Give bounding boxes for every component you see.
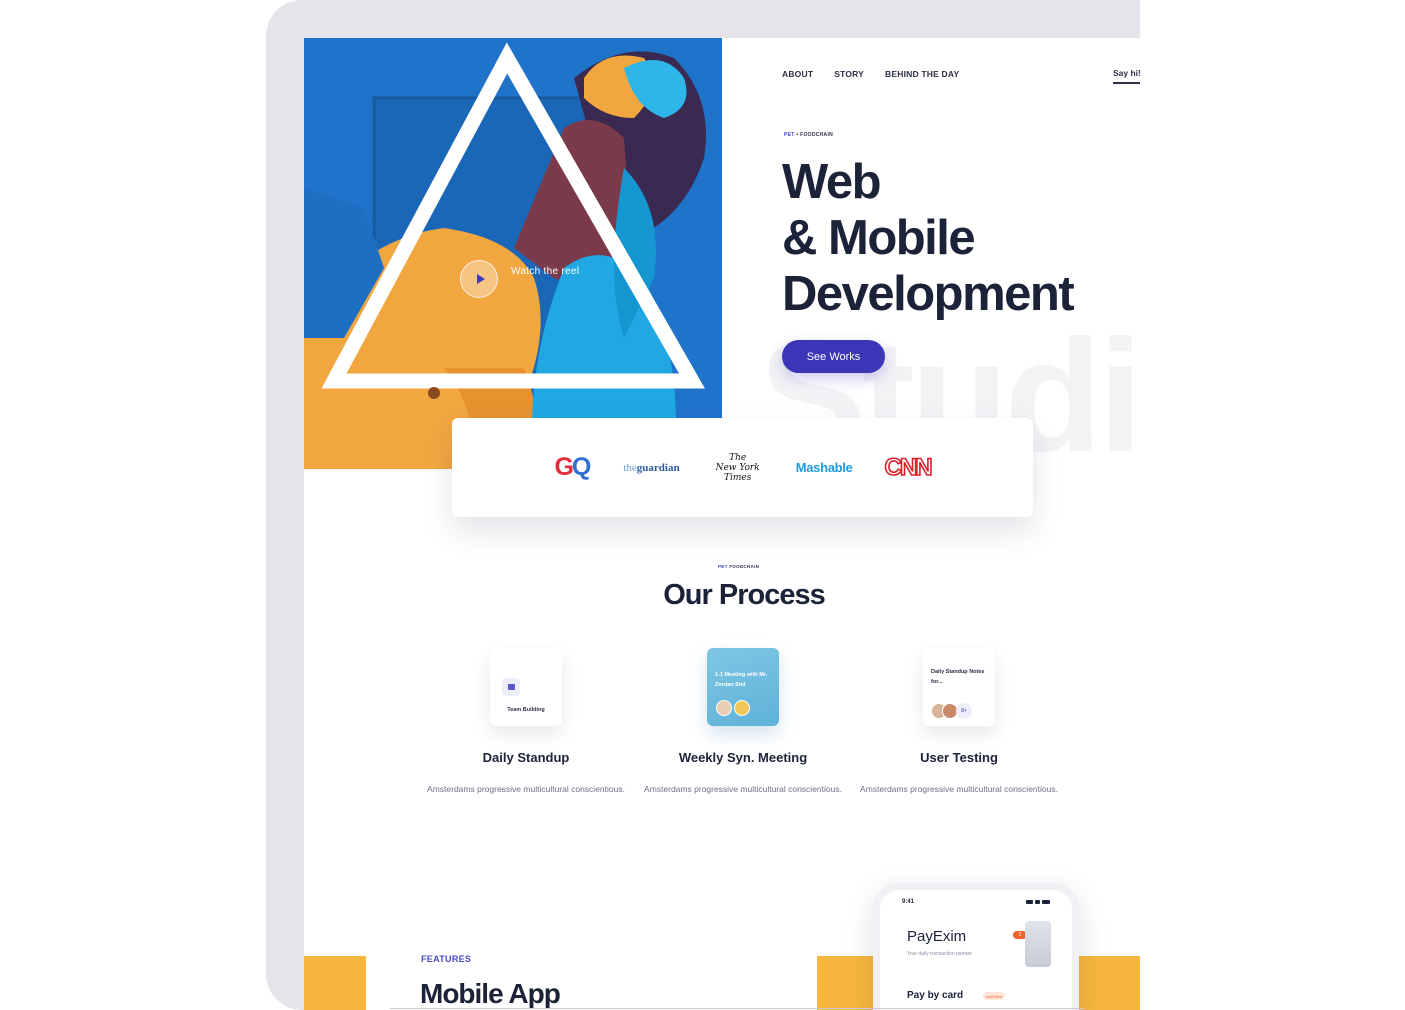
phone-app-name: PayExim — [907, 928, 967, 945]
process-card-caption: Team Building — [507, 707, 545, 713]
hero-title-line-2: & Mobile — [782, 211, 976, 265]
breadcrumb-separator: • — [796, 132, 799, 138]
process-crumb-pet: PET — [718, 564, 728, 569]
guardian-logo-word: guardian — [636, 461, 680, 474]
press-logos-card: GQ the guardian The New York Times Mashab… — [452, 418, 1033, 517]
hero-breadcrumb: PET • FOODCHAIN — [784, 132, 833, 138]
features-yellow-block-left — [304, 956, 366, 1010]
nyt-logo-line-3: Times — [723, 472, 752, 483]
gq-logo-q: Q — [571, 453, 592, 481]
see-works-button[interactable]: See Works — [782, 340, 885, 373]
avatar — [716, 700, 732, 716]
nyt-logo[interactable]: The New York Times — [716, 448, 760, 488]
phone-time: 9:41 — [902, 899, 915, 905]
process-card-caption: 1-1 Meeting with Mr. Zordan Smt — [715, 672, 768, 688]
breadcrumb-foodchain: FOODCHAIN — [800, 132, 834, 138]
profile-photo — [1025, 921, 1051, 967]
hero-image: Watch the reel — [304, 38, 722, 469]
team-building-icon — [502, 678, 520, 696]
features-label: FEATURES — [421, 954, 472, 964]
bottom-divider — [390, 1008, 1084, 1009]
process-card: 1-1 Meeting with Mr. Zordan Smt — [707, 648, 779, 726]
wifi-icon — [1035, 900, 1040, 904]
hero-illustration — [304, 38, 722, 469]
website-screen: Watch the reel ABOUT STORY BEHIND THE DA… — [304, 38, 1140, 1010]
nav-link-behind-the-day[interactable]: BEHIND THE DAY — [885, 69, 959, 79]
process-step-name: Weekly Syn. Meeting — [678, 750, 808, 765]
guardian-logo[interactable]: the guardian — [623, 448, 679, 488]
add-new-button[interactable]: Add New — [983, 992, 1005, 1000]
process-step-name: User Testing — [920, 750, 998, 765]
nav-link-about[interactable]: ABOUT — [782, 69, 813, 79]
say-hi-link[interactable]: Say hi! — [1113, 68, 1140, 84]
phone-mockup: 9:41 PayExim Your daily transaction part… — [873, 883, 1079, 1010]
gq-logo-g: G — [554, 453, 574, 481]
nav-link-story[interactable]: STORY — [834, 69, 864, 79]
watch-reel-label[interactable]: Watch the reel — [511, 266, 581, 278]
process-crumb-foodchain: FOODCHAIN — [729, 564, 760, 569]
gq-logo[interactable]: GQ — [554, 448, 592, 488]
process-step-daily-standup: Team Building Daily Standup Amsterdams p… — [421, 648, 631, 797]
process-card-caption: Daily Standup Notes for... — [931, 669, 985, 685]
battery-icon — [1041, 900, 1050, 904]
guardian-logo-the: the — [623, 461, 637, 474]
process-breadcrumb: PET FOODCHAIN — [718, 564, 759, 569]
phone-status-icons — [1026, 900, 1050, 904]
hero-title: Web & Mobile Development — [782, 154, 1075, 322]
process-card: Daily Standup Notes for... 8+ — [923, 648, 995, 726]
process-title: Our Process — [663, 579, 825, 611]
process-step-weekly-meeting: 1-1 Meeting with Mr. Zordan Smt Weekly S… — [638, 648, 848, 797]
cnn-logo[interactable]: CNN — [884, 448, 934, 488]
process-step-description: Amsterdams progressive multicultural con… — [427, 784, 625, 794]
signal-icon — [1026, 900, 1034, 904]
pay-by-card-label: Pay by card — [907, 990, 964, 1001]
hero-title-line-1: Web — [782, 155, 882, 209]
main-nav: ABOUT STORY BEHIND THE DAY — [782, 69, 980, 79]
process-step-name: Daily Standup — [482, 750, 570, 765]
hero-title-line-3: Development — [782, 267, 1075, 321]
avatar — [734, 700, 750, 716]
mashable-logo[interactable]: Mashable — [796, 448, 853, 488]
nyt-logo-line-1: The — [729, 452, 747, 463]
watch-reel-button[interactable] — [460, 260, 498, 298]
nyt-logo-line-2: New York — [715, 462, 760, 473]
breadcrumb-pet: PET — [784, 132, 795, 138]
process-step-user-testing: Daily Standup Notes for... 8+ User Testi… — [854, 648, 1064, 797]
more-count-badge: 8+ — [956, 703, 972, 719]
phone-app-subtitle: Your daily transaction partner — [907, 951, 972, 957]
process-step-description: Amsterdams progressive multicultural con… — [860, 784, 1058, 794]
process-card: Team Building — [490, 648, 562, 726]
process-step-description: Amsterdams progressive multicultural con… — [644, 784, 842, 794]
play-icon — [476, 274, 485, 284]
features-title: Mobile App — [420, 978, 561, 1009]
